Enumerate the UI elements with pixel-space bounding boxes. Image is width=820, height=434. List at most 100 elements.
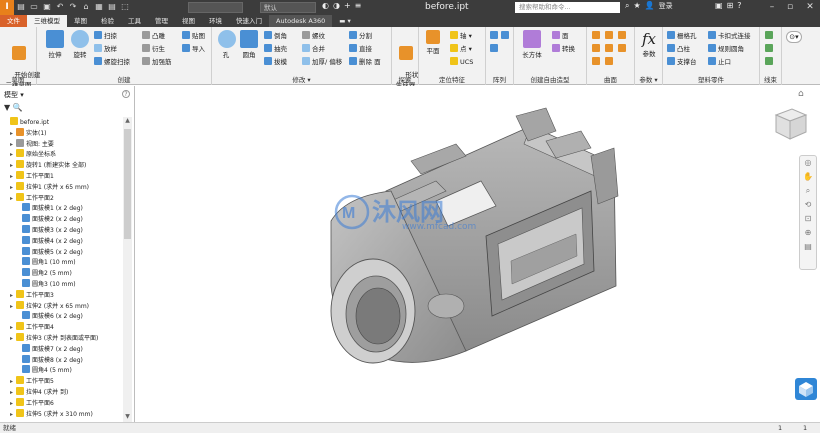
zoom-icon[interactable]: ⌕	[800, 184, 816, 198]
plus-icon[interactable]: +	[344, 1, 351, 10]
draft-button[interactable]: 拔模	[264, 57, 287, 67]
browser-tree-item[interactable]: ▸ 工作平面4	[2, 322, 122, 333]
extend-button[interactable]	[605, 44, 615, 54]
tab-get-started[interactable]: 快速入门	[229, 15, 269, 27]
browser-tree-item[interactable]: ▸ 拉伸3 (求并 到表面或平面)	[2, 332, 122, 344]
select-icon[interactable]: ⬚	[120, 2, 130, 12]
chamfer-button[interactable]: 倒角	[264, 31, 287, 41]
folder-icon[interactable]: ▦	[94, 2, 104, 12]
harness-button-3[interactable]	[765, 57, 775, 67]
a360-cube-button[interactable]	[795, 378, 817, 400]
plane-button[interactable]: 平面	[423, 30, 443, 55]
thread-button[interactable]: 螺纹	[302, 31, 325, 41]
axis-button[interactable]: 轴 ▾	[450, 31, 472, 41]
home-icon[interactable]: ⌂	[81, 2, 91, 12]
extrude-button[interactable]: 拉伸	[45, 30, 65, 59]
harness-button-1[interactable]	[765, 31, 775, 41]
browser-tree-item[interactable]: ▸ 拉伸2 (求并 x 65 mm)	[2, 300, 122, 312]
clear-appearance-icon[interactable]: ◑	[333, 1, 340, 10]
emboss-button[interactable]: 凸雕	[142, 31, 165, 41]
tab-overflow[interactable]: ▬ ▾	[332, 15, 357, 27]
snap-fit-button[interactable]: 卡扣式连接	[708, 31, 751, 41]
thicken-button[interactable]: 加厚/ 偏移	[302, 57, 342, 67]
rest-button[interactable]: 支撑台	[667, 57, 697, 67]
user-icon[interactable]: 👤	[645, 1, 655, 11]
decal-button[interactable]: 贴图	[182, 31, 205, 41]
browser-scrollbar[interactable]: ▲ ▼	[123, 117, 132, 422]
search-icon[interactable]: ⌕	[625, 1, 629, 11]
tab-sketch[interactable]: 草图	[67, 15, 94, 27]
lip-button[interactable]: 止口	[708, 57, 731, 67]
browser-tree-item[interactable]: 面拔模2 (x 2 deg)	[2, 214, 122, 225]
tab-environments[interactable]: 环境	[202, 15, 229, 27]
browser-tree-item[interactable]: ▸ 拉伸4 (求并 到)	[2, 386, 122, 398]
tab-tools[interactable]: 工具	[121, 15, 148, 27]
delete-face-button[interactable]: 删除 面	[349, 57, 381, 67]
browser-tree-item[interactable]: ▸ 视图: 主要	[2, 138, 122, 150]
browser-filter-icon[interactable]: ▼ 🔍	[4, 103, 23, 112]
browser-tree-item[interactable]: ▸ 工作平面6	[2, 397, 122, 409]
browser-tree-item[interactable]: 面拔模4 (x 2 deg)	[2, 235, 122, 247]
search-input[interactable]: 搜索帮助和命令...	[515, 2, 620, 13]
hole-button[interactable]: 孔	[218, 30, 236, 59]
browser-header[interactable]: 模型 ▾	[4, 90, 24, 100]
loft-button[interactable]: 放样	[94, 44, 117, 54]
orbit-icon[interactable]: ⟲	[800, 198, 816, 212]
browser-tree-item[interactable]: 圆角4 (5 mm)	[2, 365, 122, 376]
exchange-icon[interactable]: ▣	[715, 1, 723, 10]
app-logo[interactable]: I	[0, 0, 14, 15]
ucs-button[interactable]: UCS	[450, 57, 473, 67]
tab-view[interactable]: 视图	[175, 15, 202, 27]
new-icon[interactable]: ▤	[16, 2, 26, 12]
zoom-all-icon[interactable]: ⊕	[800, 226, 816, 240]
stitch-button[interactable]	[592, 31, 602, 41]
replace-face-button[interactable]	[618, 44, 628, 54]
trim-button[interactable]	[592, 44, 602, 54]
pan-icon[interactable]: ✋	[800, 170, 816, 184]
viewcube-icon[interactable]	[770, 105, 810, 145]
fillet-button[interactable]: 圆角	[239, 30, 259, 59]
print-icon[interactable]: ▤	[107, 2, 117, 12]
rect-pattern-button[interactable]	[490, 31, 500, 41]
browser-tree-item[interactable]: 圆角2 (5 mm)	[2, 268, 122, 279]
import-button[interactable]: 导入	[182, 44, 205, 54]
viewcube-home-icon[interactable]: ⌂	[798, 89, 804, 99]
tab-a360[interactable]: Autodesk A360	[269, 15, 333, 27]
browser-tree-item[interactable]: ▸ 旋转1 (新建实体 全部)	[2, 160, 122, 171]
browser-help-icon[interactable]: ?	[122, 90, 130, 98]
ribbon-options-button[interactable]: ⊙▾	[786, 31, 802, 43]
browser-tree-item[interactable]: ▸ 原始坐标系	[2, 149, 122, 160]
browser-tree-item[interactable]: 面拔模7 (x 2 deg)	[2, 343, 122, 355]
tab-inspect[interactable]: 检验	[94, 15, 121, 27]
harness-button-2[interactable]	[765, 44, 775, 54]
combine-button[interactable]: 合并	[302, 44, 325, 54]
scroll-down-icon[interactable]: ▼	[123, 413, 132, 422]
sweep-button[interactable]: 扫掠	[94, 31, 117, 41]
browser-tree-item[interactable]: ▸ 实体(1)	[2, 127, 122, 139]
browser-tree-item[interactable]: ▸ 工作平面1	[2, 170, 122, 182]
part-model[interactable]	[136, 86, 820, 422]
grill-button[interactable]: 栅格孔	[667, 31, 697, 41]
rule-fillet-button[interactable]: 规则圆角	[708, 44, 744, 54]
browser-tree-item[interactable]: 面拔模5 (x 2 deg)	[2, 246, 122, 258]
browser-tree-item[interactable]: 面拔模3 (x 2 deg)	[2, 224, 122, 236]
browser-tree-item[interactable]: 面拔模8 (x 2 deg)	[2, 354, 122, 366]
save-icon[interactable]: ▣	[42, 2, 52, 12]
point-button[interactable]: 点 ▾	[450, 44, 472, 54]
browser-tree-item[interactable]: ▸ 拉伸1 (求并 x 65 mm)	[2, 181, 122, 193]
browser-tree-item[interactable]: ▸ 工作平面5	[2, 376, 122, 387]
viewcube[interactable]	[770, 105, 810, 147]
material-combo[interactable]: 默认	[260, 2, 316, 13]
minimize-button[interactable]: –	[764, 0, 780, 15]
browser-tree-item[interactable]: 圆角3 (10 mm)	[2, 278, 122, 290]
redo-icon[interactable]: ↷	[68, 2, 78, 12]
circ-pattern-button[interactable]	[501, 31, 511, 41]
ruled-surface-button[interactable]	[592, 57, 602, 67]
scroll-thumb[interactable]	[124, 129, 131, 239]
patch-button[interactable]	[605, 31, 615, 41]
repair-button[interactable]	[605, 57, 615, 67]
cart-icon[interactable]: ⊞	[727, 1, 734, 10]
scroll-up-icon[interactable]: ▲	[123, 117, 132, 126]
parameters-button[interactable]: fx 参数	[637, 30, 661, 58]
browser-tree-item[interactable]: ▸ 工作平面2	[2, 192, 122, 204]
